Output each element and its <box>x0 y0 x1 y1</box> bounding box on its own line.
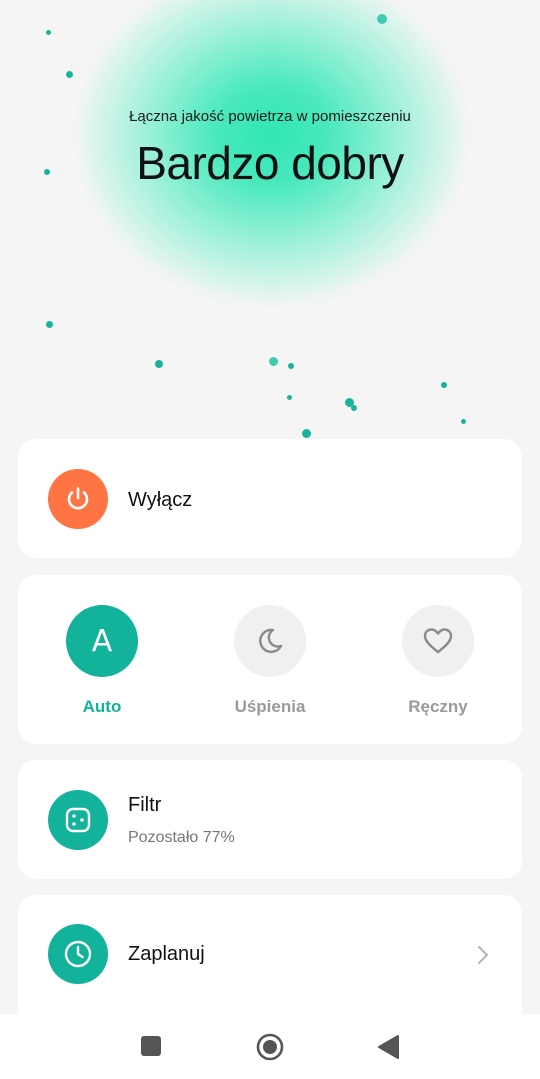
recent-apps-icon[interactable] <box>140 1035 162 1062</box>
mode-manual-button[interactable] <box>402 605 474 677</box>
filter-remaining: Pozostało 77% <box>128 829 235 846</box>
air-quality-subtitle: Łączna jakość powietrza w pomieszczeniu <box>129 108 411 125</box>
schedule-card[interactable]: Zaplanuj <box>18 895 522 1014</box>
particle-dot <box>377 14 387 24</box>
power-card[interactable]: Wyłącz <box>18 439 522 558</box>
particle-dot <box>461 419 466 424</box>
auto-icon: A <box>91 623 113 659</box>
mode-auto-button[interactable]: A <box>66 605 138 677</box>
particle-dot <box>441 382 447 388</box>
air-quality-status: Bardzo dobry <box>136 137 404 189</box>
filter-label: Filtr <box>128 794 162 816</box>
particle-dot <box>155 360 163 368</box>
chevron-right-icon[interactable] <box>476 945 490 970</box>
schedule-label: Zaplanuj <box>128 943 205 965</box>
back-icon[interactable] <box>376 1034 400 1065</box>
particle-dot <box>66 71 73 78</box>
power-label: Wyłącz <box>128 489 193 511</box>
mode-auto[interactable]: A Auto <box>22 605 182 717</box>
mode-manual[interactable]: Ręczny <box>358 605 518 717</box>
mode-auto-label: Auto <box>82 697 122 716</box>
particle-dot <box>287 395 292 400</box>
power-icon <box>63 484 93 514</box>
particle-dot <box>46 321 53 328</box>
system-navigation-bar <box>0 1014 540 1079</box>
clock-icon <box>62 938 94 970</box>
particle-dot <box>269 357 278 366</box>
mode-sleep-label: Uśpienia <box>234 697 306 716</box>
particle-dot <box>351 405 357 411</box>
filter-icon-circle <box>48 790 108 850</box>
mode-sleep[interactable]: Uśpienia <box>190 605 350 717</box>
air-quality-hero: Łączna jakość powietrza w pomieszczeniu … <box>0 0 540 440</box>
mode-sleep-button[interactable] <box>234 605 306 677</box>
particle-dot <box>46 30 51 35</box>
home-icon[interactable] <box>255 1032 285 1067</box>
mode-manual-label: Ręczny <box>408 697 468 716</box>
power-button[interactable] <box>48 469 108 529</box>
particle-dot <box>302 429 311 438</box>
filter-card[interactable]: Filtr Pozostało 77% <box>18 760 522 879</box>
heart-icon <box>421 624 455 658</box>
filter-icon <box>63 805 93 835</box>
particle-dot <box>288 363 294 369</box>
schedule-icon-circle <box>48 924 108 984</box>
moon-icon <box>253 624 287 658</box>
mode-card: A Auto Uśpienia Ręczny <box>18 575 522 744</box>
